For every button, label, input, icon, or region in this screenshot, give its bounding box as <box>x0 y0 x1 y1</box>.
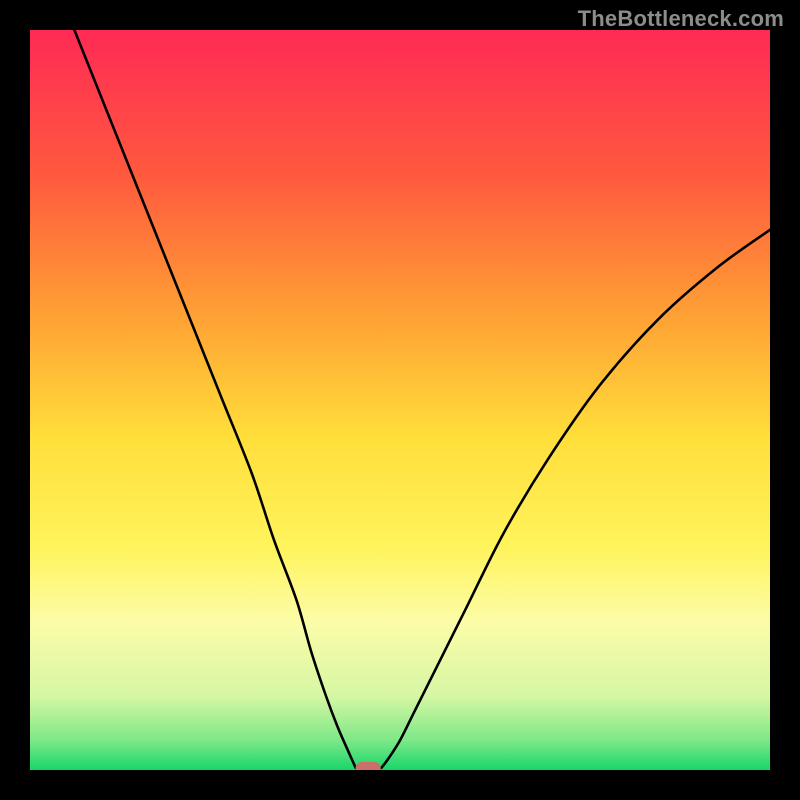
outer-frame: TheBottleneck.com <box>0 0 800 800</box>
minimum-marker <box>356 762 381 770</box>
watermark-text: TheBottleneck.com <box>578 6 784 32</box>
gradient-background <box>30 30 770 770</box>
plot-area <box>30 30 770 770</box>
bottleneck-curve-chart <box>30 30 770 770</box>
